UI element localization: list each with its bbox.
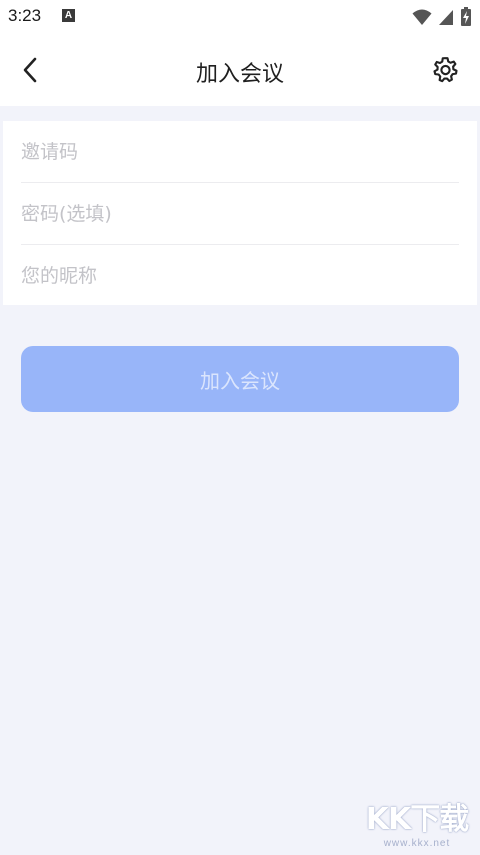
join-form (3, 121, 477, 306)
watermark-url: www.kkx.net (383, 838, 451, 849)
password-input[interactable] (21, 183, 459, 244)
battery-charging-icon (460, 7, 472, 31)
gear-icon (433, 57, 458, 83)
status-icons (412, 7, 472, 31)
nickname-row (21, 245, 459, 306)
page-title: 加入会议 (195, 62, 284, 87)
notification-a-icon: A (62, 9, 75, 22)
password-row (21, 183, 459, 244)
nickname-input[interactable] (21, 245, 459, 306)
watermark: KK下载 www.kkx.net (358, 794, 476, 849)
watermark-logo: KK下载 (365, 802, 470, 837)
status-bar: 3:23 A (0, 0, 480, 34)
invite-code-input[interactable] (21, 121, 459, 182)
join-meeting-button[interactable]: 加入会议 (21, 346, 459, 412)
settings-button[interactable] (428, 53, 462, 87)
app-bar: 加入会议 (0, 34, 480, 106)
signal-icon (438, 8, 454, 30)
invite-code-row (21, 121, 459, 182)
status-time: 3:23 (8, 6, 42, 25)
wifi-icon (412, 8, 432, 30)
